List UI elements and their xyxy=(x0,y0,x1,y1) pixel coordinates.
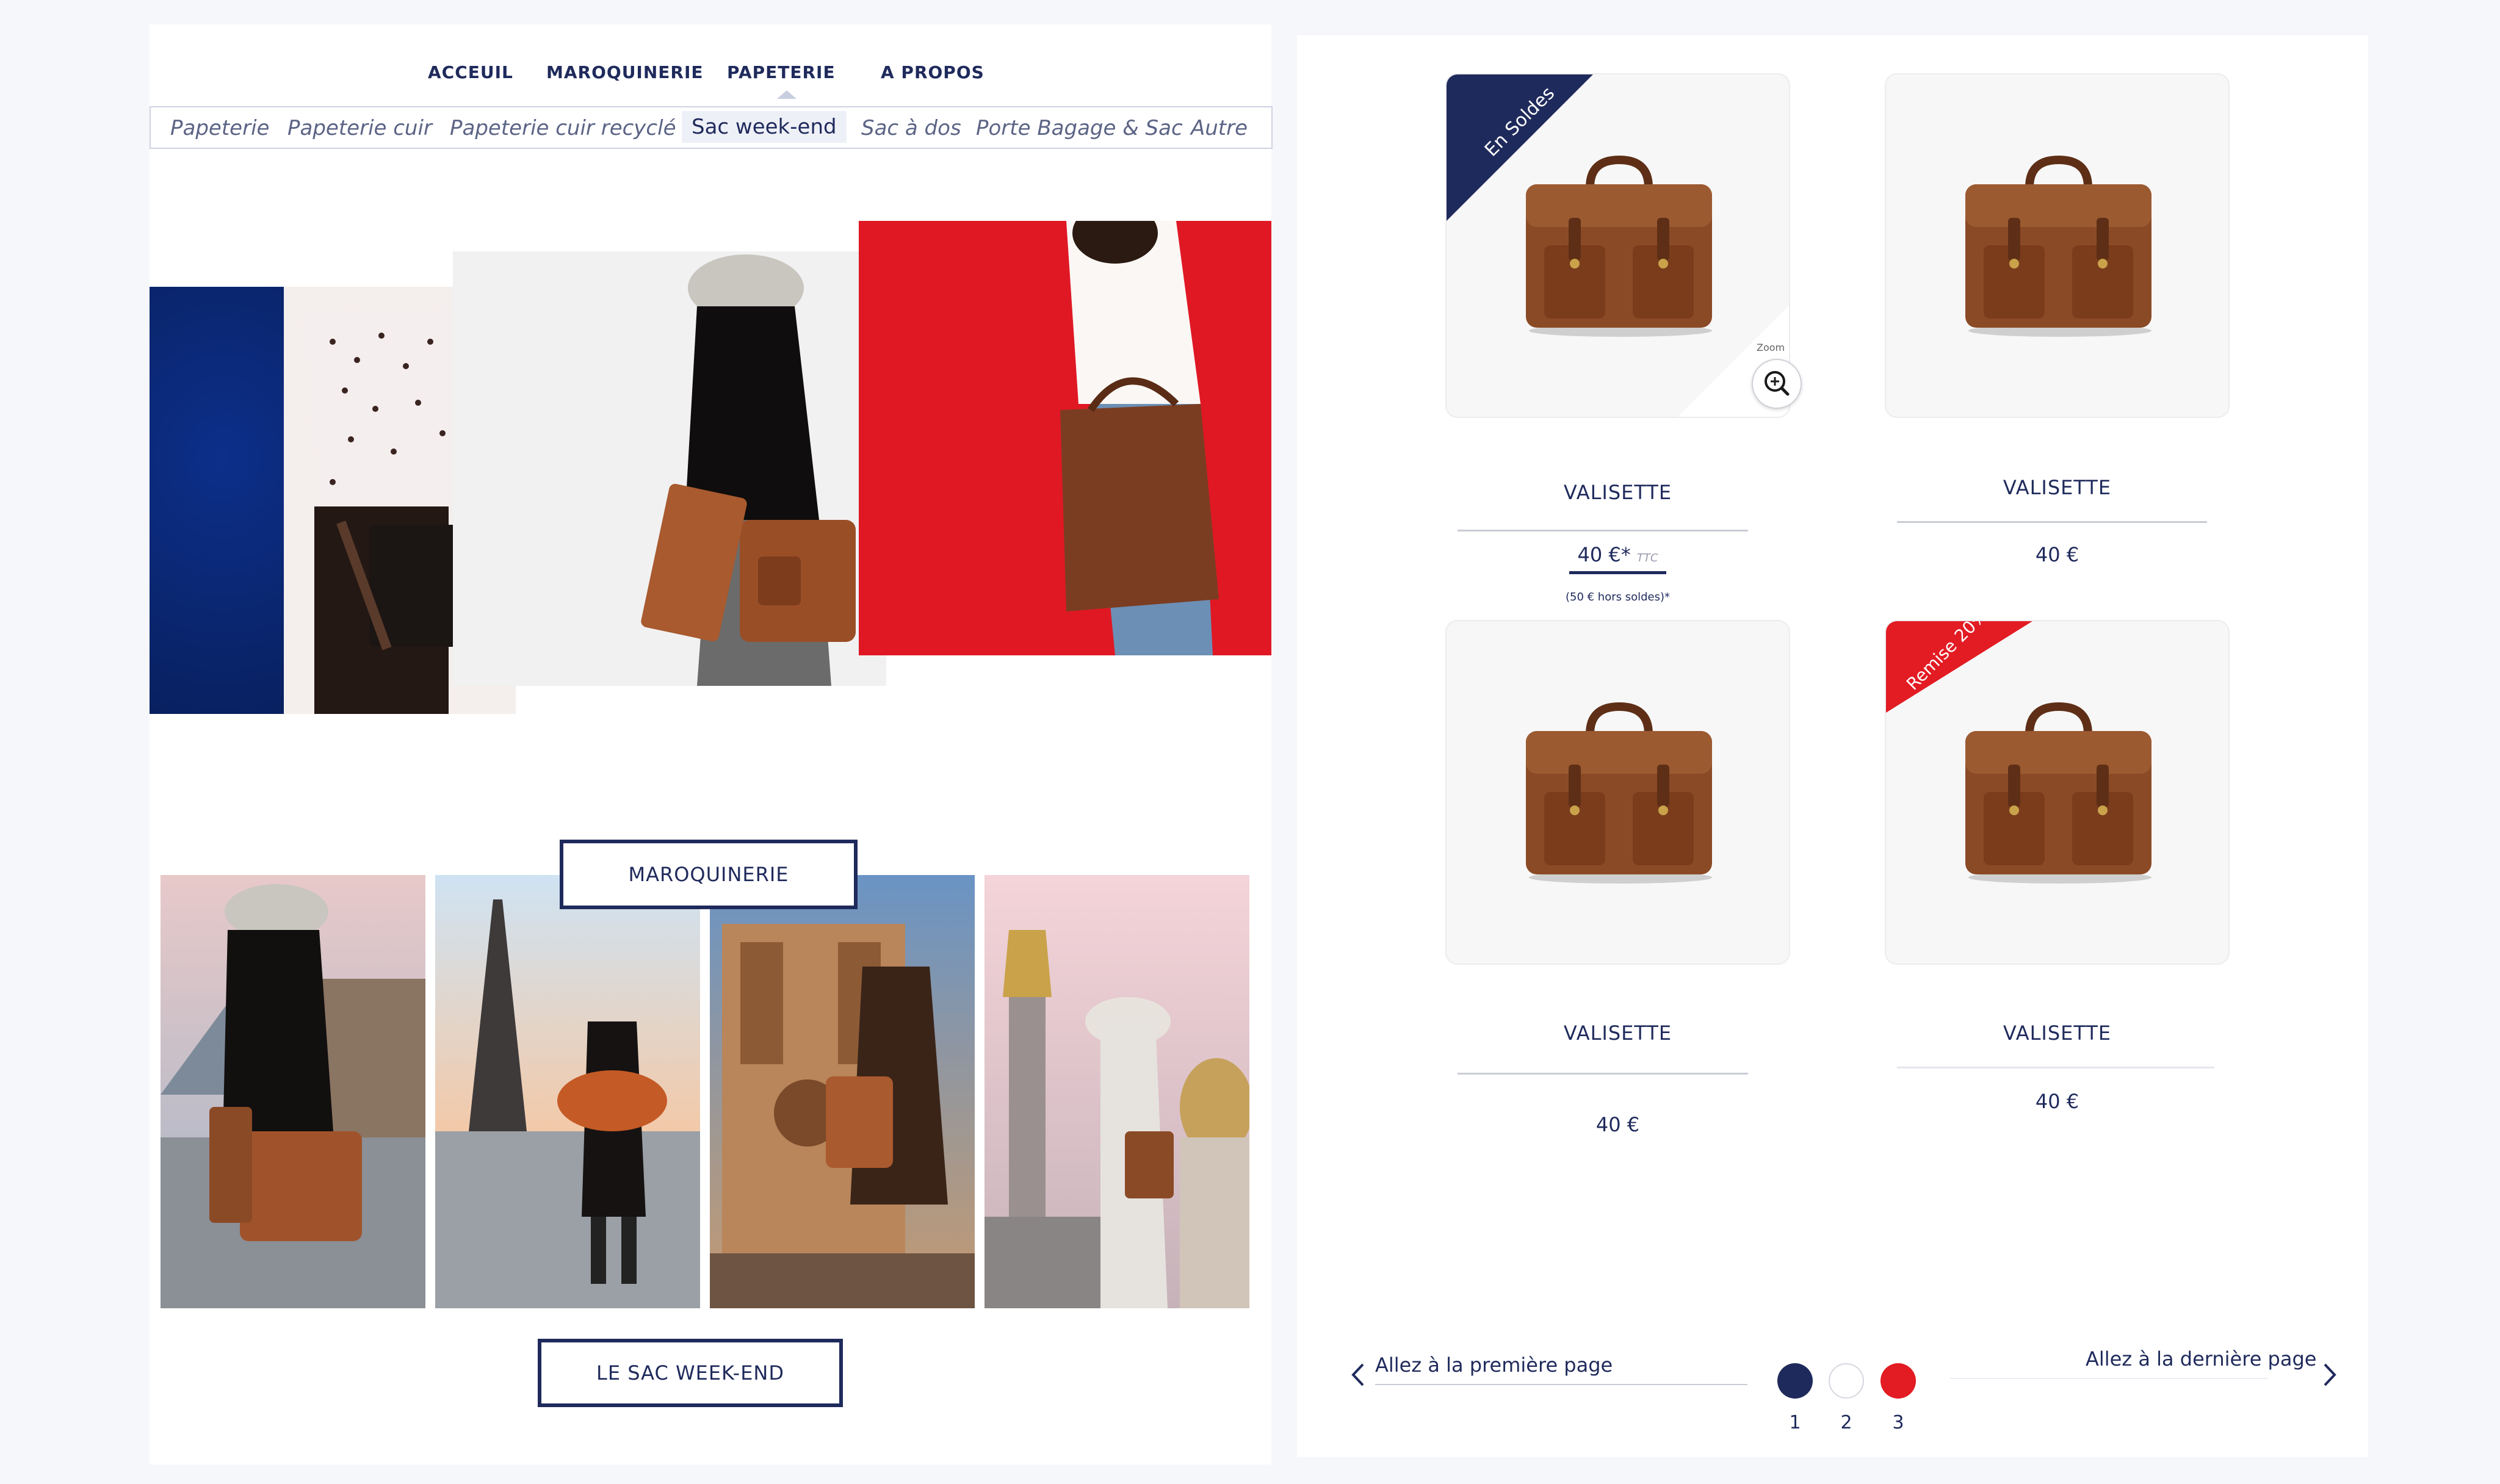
ribbon-shape xyxy=(1447,74,1593,221)
page-dot-2[interactable] xyxy=(1829,1363,1864,1399)
title-divider xyxy=(1458,530,1748,531)
nav-item-a-propos[interactable]: A PROPOS xyxy=(881,62,984,82)
price-note: (50 € hors soldes)* xyxy=(1565,591,1671,603)
briefcase-image xyxy=(1526,702,1712,884)
left-panel: ACCEUIL MAROQUINERIE PAPETERIE A PROPOS … xyxy=(150,24,1273,1464)
zoom-button[interactable] xyxy=(1752,359,1802,409)
briefcase-image xyxy=(1965,155,2151,337)
product-price: 40 € xyxy=(2035,1090,2079,1113)
sac-week-end-button[interactable]: LE SAC WEEK-END xyxy=(538,1339,843,1407)
product-price: 40 €* xyxy=(1577,543,1631,566)
active-nav-indicator xyxy=(777,90,797,99)
price-suffix: TTC xyxy=(1636,552,1658,564)
nav-item-maroquinerie[interactable]: MAROQUINERIE xyxy=(546,62,704,82)
main-nav: ACCEUIL MAROQUINERIE PAPETERIE A PROPOS xyxy=(150,62,1271,93)
last-page-link[interactable]: Allez à la dernière page xyxy=(2086,1347,2316,1371)
page-number-2[interactable]: 2 xyxy=(1829,1412,1864,1433)
product-title[interactable]: VALISETTE xyxy=(1885,476,2230,499)
product-price: 40 € xyxy=(1595,1113,1640,1136)
nav-item-papeterie[interactable]: PAPETERIE xyxy=(727,62,836,82)
paris-photo-pont-alexandre xyxy=(984,875,1249,1308)
page-dot-1[interactable] xyxy=(1777,1363,1813,1399)
title-divider xyxy=(1897,1067,2214,1068)
sub-item-porte-bagage-sac[interactable]: Porte Bagage & Sac xyxy=(976,116,1183,140)
chevron-right-icon[interactable] xyxy=(2318,1360,2342,1390)
maroquinerie-button[interactable]: MAROQUINERIE xyxy=(560,840,858,909)
first-page-underline xyxy=(1375,1384,1747,1385)
sub-item-papeterie-cuir[interactable]: Papeterie cuir xyxy=(287,116,432,140)
product-image[interactable]: En Soldes xyxy=(1445,73,1790,418)
paris-photo-eiffel xyxy=(435,875,700,1308)
product-image[interactable]: Remise 20% xyxy=(1885,620,2230,965)
product-image[interactable] xyxy=(1445,620,1790,965)
last-page-underline xyxy=(1950,1378,2267,1379)
paris-photo-notre-dame xyxy=(710,875,975,1308)
first-page-link[interactable]: Allez à la première page xyxy=(1375,1353,1613,1377)
price-row: 40 €* TTC xyxy=(1445,543,1790,574)
sub-item-sac-a-dos[interactable]: Sac à dos xyxy=(861,116,961,140)
nav-item-acceuil[interactable]: ACCEUIL xyxy=(428,62,513,82)
sub-item-papeterie[interactable]: Papeterie xyxy=(170,116,269,140)
sub-item-sac-week-end[interactable]: Sac week-end xyxy=(682,111,847,143)
product-price: 40 € xyxy=(2035,543,2079,566)
product-title[interactable]: VALISETTE xyxy=(1445,481,1790,504)
page-dot-3[interactable] xyxy=(1880,1363,1916,1399)
product-title[interactable]: VALISETTE xyxy=(1885,1021,2230,1045)
sub-item-papeterie-cuir-recycle[interactable]: Papeterie cuir recyclé xyxy=(450,116,676,140)
sub-item-autre[interactable]: Autre xyxy=(1191,116,1248,140)
magnifier-plus-icon xyxy=(1765,371,1790,396)
hero-photo-red-tote xyxy=(859,221,1271,655)
sub-nav: Papeterie Papeterie cuir Papeterie cuir … xyxy=(150,106,1273,149)
title-divider xyxy=(1897,521,2207,523)
product-title[interactable]: VALISETTE xyxy=(1445,1021,1790,1045)
zoom-label: Zoom xyxy=(1757,342,1785,353)
right-panel: En Soldes Zoom VALISETTE 40 €* TTC (50 €… xyxy=(1297,35,2368,1457)
sale-ribbon xyxy=(1447,74,1593,221)
product-image[interactable] xyxy=(1885,73,2230,418)
title-divider xyxy=(1458,1073,1748,1075)
price-box: 40 €* TTC xyxy=(1569,543,1667,574)
hero-photo-grey-backpack xyxy=(453,251,886,686)
page-number-1[interactable]: 1 xyxy=(1777,1412,1813,1433)
page-number-3[interactable]: 3 xyxy=(1880,1412,1916,1433)
paris-photo-louvre xyxy=(161,875,425,1308)
chevron-left-icon[interactable] xyxy=(1346,1360,1370,1390)
